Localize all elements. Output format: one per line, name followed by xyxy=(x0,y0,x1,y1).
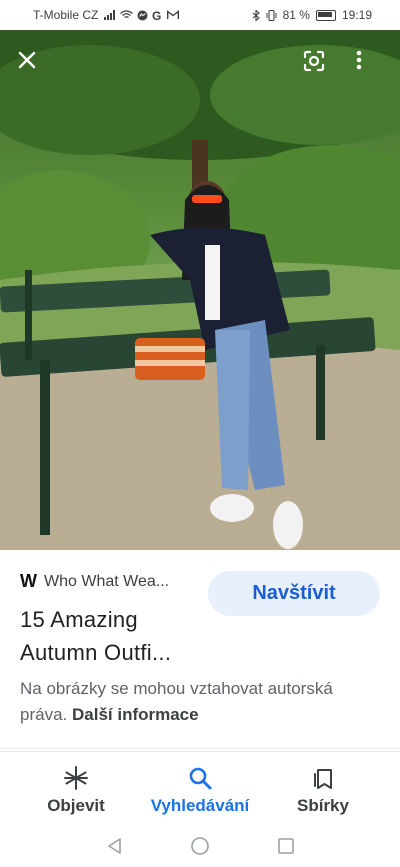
clock: 19:19 xyxy=(341,8,372,22)
status-icons-left: G xyxy=(104,10,180,21)
result-title[interactable]: 15 Amazing Autumn Outfi... xyxy=(20,603,200,669)
vibrate-icon xyxy=(266,9,277,21)
carrier-label: T-Mobile CZ xyxy=(33,8,99,22)
more-vert-icon xyxy=(356,50,362,70)
nav-discover[interactable]: Objevit xyxy=(16,766,136,816)
result-title-line1: 15 Amazing xyxy=(20,607,138,632)
source-name: Who What Wea... xyxy=(44,572,170,590)
close-icon xyxy=(18,51,36,69)
recents-icon[interactable] xyxy=(276,836,296,856)
nav-collections[interactable]: Sbírky xyxy=(263,766,383,816)
battery-icon xyxy=(315,9,336,21)
google-lens-icon xyxy=(303,50,325,72)
asterisk-icon xyxy=(64,766,88,790)
home-icon[interactable] xyxy=(190,836,210,856)
divider xyxy=(0,748,400,749)
gmail-icon xyxy=(167,10,180,19)
result-card: W Who What Wea... Navštívit 15 Amazing A… xyxy=(0,550,400,750)
search-icon xyxy=(189,767,212,790)
messenger-icon xyxy=(137,10,148,20)
source-logo: W xyxy=(20,571,37,591)
nav-collections-label: Sbírky xyxy=(297,796,349,815)
more-options-button[interactable] xyxy=(356,50,382,76)
battery-percent: 81 % xyxy=(282,8,310,22)
visit-button[interactable]: Navštívit xyxy=(208,571,380,616)
collections-icon xyxy=(314,769,332,789)
signal-icon xyxy=(104,10,116,20)
close-button[interactable] xyxy=(17,50,43,76)
wifi-icon xyxy=(120,10,134,19)
result-image[interactable] xyxy=(0,30,400,550)
result-title-line2: Autumn Outfi... xyxy=(20,640,172,665)
photo-illustration xyxy=(0,30,400,550)
system-navigation xyxy=(0,826,400,867)
bluetooth-icon xyxy=(252,9,260,21)
nav-search[interactable]: Vyhledávání xyxy=(140,766,260,816)
status-bar: T-Mobile CZ G 81 % 19:19 xyxy=(0,0,400,30)
back-icon[interactable] xyxy=(105,836,125,856)
source-link[interactable]: W Who What Wea... xyxy=(20,571,169,592)
copyright-notice: Na obrázky se mohou vztahovat autorská p… xyxy=(20,676,340,728)
nav-discover-label: Objevit xyxy=(47,796,105,815)
google-lens-button[interactable] xyxy=(303,50,329,76)
nav-search-label: Vyhledávání xyxy=(150,796,250,815)
bottom-navigation: Objevit Vyhledávání Sbírky xyxy=(0,751,400,827)
more-info-link[interactable]: Další informace xyxy=(72,705,199,724)
svg-text:G: G xyxy=(152,10,161,21)
google-icon: G xyxy=(152,10,161,21)
